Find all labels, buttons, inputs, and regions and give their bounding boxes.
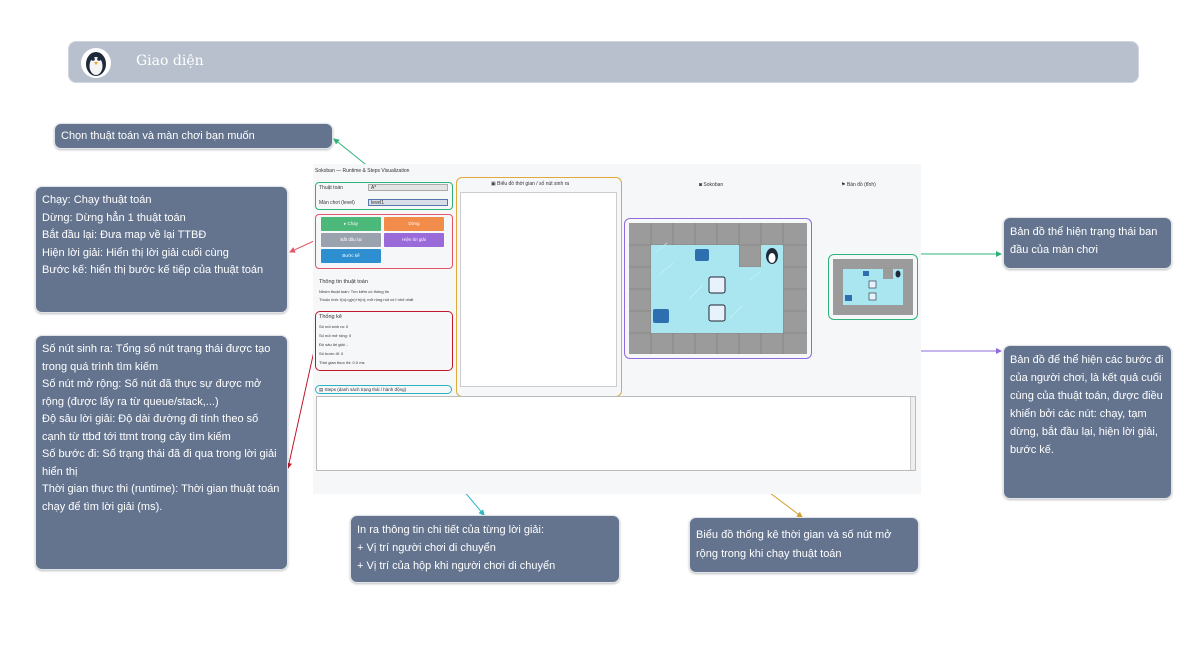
- note-chart: Biểu đồ thống kê thời gian và số nút mở …: [689, 517, 919, 573]
- steps-title: ▤ Steps (danh sách trạng thái / hành độn…: [319, 387, 406, 393]
- note-game-map: Bản đồ để thể hiện các bước đi của người…: [1003, 345, 1172, 499]
- note-statistics: Số nút sinh ra: Tổng số nút trạng thái đ…: [35, 335, 288, 570]
- info-group: Nhóm thuật toán: Tìm kiếm có thông tin: [319, 289, 389, 294]
- stats-title: Thống kê: [319, 314, 342, 320]
- box-crate: [708, 276, 726, 294]
- level-label: Màn chơi (level): [319, 200, 355, 206]
- note-control-buttons: Chạy: Chạy thuật toán Dừng: Dừng hẳn 1 t…: [35, 186, 288, 313]
- stat-depth: Độ sâu lời giải: -: [319, 342, 349, 347]
- chart-tab[interactable]: ▣ Biểu đồ thời gian / số nút sinh ra: [491, 181, 569, 187]
- info-description: Thuộc tính: f(n)=g(n)+h(n); mở rộng nút …: [319, 297, 414, 302]
- restart-button[interactable]: Bắt đầu lại: [321, 233, 381, 247]
- static-map-tab[interactable]: ⚑ Bản đồ (tĩnh): [841, 182, 876, 188]
- box-crate: [708, 304, 726, 322]
- note-initial-map: Bản đồ thể hiện trạng thái ban đầu của m…: [1003, 217, 1172, 269]
- level-select[interactable]: level1: [368, 199, 448, 206]
- stat-steps: Số bước đi: 0: [319, 351, 344, 356]
- player-penguin-icon: [766, 248, 778, 264]
- level-select-value: level1: [371, 200, 385, 206]
- goal-tile: [695, 249, 709, 261]
- sokoban-tab-label: Sokoban: [703, 182, 724, 188]
- steps-list[interactable]: [316, 396, 916, 471]
- steps-scrollbar[interactable]: [910, 397, 915, 470]
- stat-expanded: Số nút mở rộng: 0: [319, 333, 352, 338]
- stop-button[interactable]: Dừng: [384, 217, 444, 231]
- algorithm-label: Thuật toán: [319, 185, 343, 191]
- algorithm-select-value: A*: [371, 185, 377, 191]
- stat-runtime: Thời gian thực thi: 0.0 ms: [319, 360, 365, 365]
- app-screenshot: Sokoban — Runtime & Steps Visualization …: [313, 164, 921, 494]
- game-board: [629, 223, 807, 354]
- chart-canvas: [460, 192, 617, 387]
- stat-generated: Số nút sinh ra: 0: [319, 324, 349, 329]
- sokoban-tab[interactable]: ◙ Sokoban: [699, 182, 723, 188]
- algorithm-select[interactable]: A*: [368, 184, 448, 191]
- next-step-button[interactable]: Bước kế: [321, 249, 381, 263]
- chart-tab-label: Biểu đồ thời gian / số nút sinh ra: [497, 181, 570, 187]
- steps-title-label: Steps (danh sách trạng thái / hành động): [324, 387, 407, 392]
- info-title: Thông tin thuật toán: [319, 279, 368, 285]
- note-steps-list: In ra thông tin chi tiết của từng lời gi…: [350, 515, 620, 583]
- goal-tile: [653, 309, 669, 323]
- show-solution-button[interactable]: Hiện lời giải: [384, 233, 444, 247]
- note-algorithm-select: Chọn thuật toán và màn chơi bạn muốn: [54, 123, 333, 149]
- window-title: Sokoban — Runtime & Steps Visualization: [315, 168, 410, 174]
- static-map-tab-label: Bản đồ (tĩnh): [846, 182, 876, 188]
- static-map: [833, 259, 913, 315]
- run-button[interactable]: ▸ Chạy: [321, 217, 381, 231]
